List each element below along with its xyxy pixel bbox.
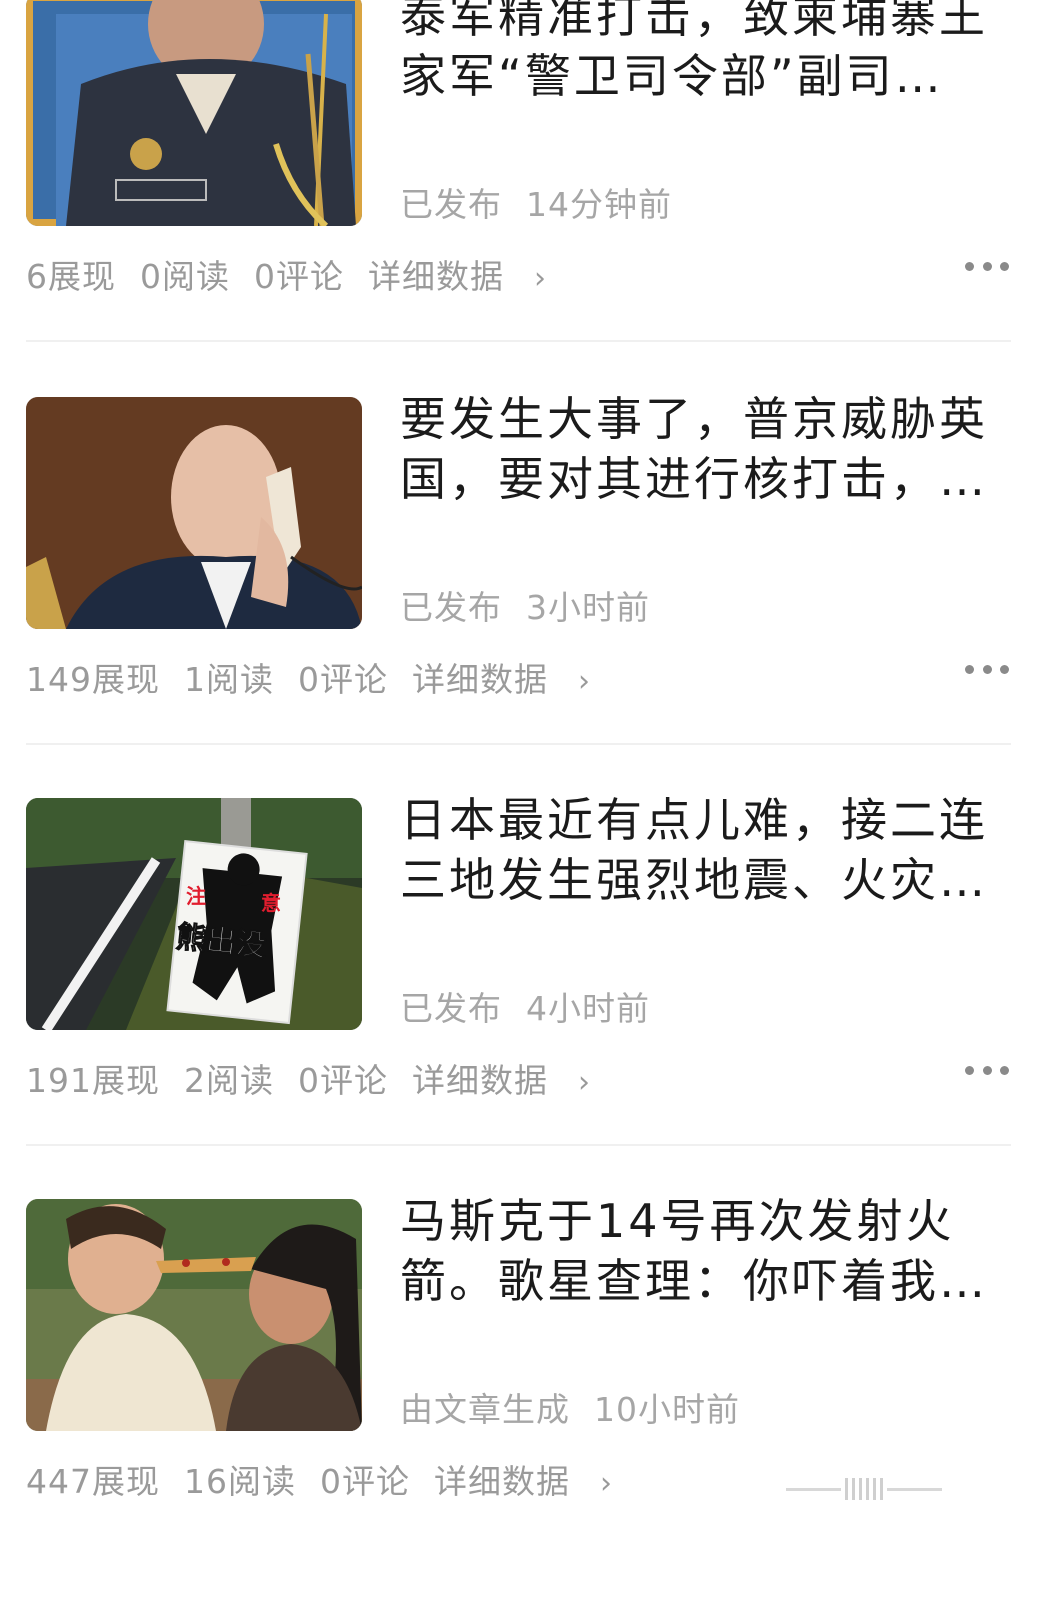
- article-title[interactable]: 泰军精准打击，致柬埔寨王家军“警卫司令部”副司…: [400, 0, 1020, 106]
- publish-time: 14分钟前: [526, 185, 672, 224]
- article-thumbnail[interactable]: 注 意 熊出没: [26, 798, 362, 1030]
- detail-data-label: 详细数据: [412, 660, 548, 699]
- article-stats: 447展现 16阅读 0评论 详细数据 ›: [26, 1455, 661, 1503]
- detail-data-label: 详细数据: [368, 257, 504, 296]
- chevron-right-icon: ›: [600, 1466, 613, 1501]
- sign-text: 注: [186, 884, 206, 908]
- detail-data-link[interactable]: 详细数据 ›: [412, 1061, 615, 1100]
- divider: [26, 340, 1011, 342]
- publish-time: 4小时前: [526, 989, 650, 1028]
- publish-status: 已发布 4小时前: [400, 982, 650, 1030]
- article-stats: 191展现 2阅读 0评论 详细数据 ›: [26, 1054, 639, 1102]
- article-card[interactable]: 要发生大事了，普京威胁英国，要对其进行核打击，… 已发布 3小时前 149展现 1阅…: [0, 392, 1057, 797]
- watermark: [786, 1478, 1036, 1500]
- divider: [26, 743, 1011, 745]
- publish-time: 3小时前: [526, 588, 650, 627]
- comments-count: 0评论: [298, 1061, 388, 1100]
- chevron-right-icon: ›: [534, 261, 547, 296]
- impressions-count: 149展现: [26, 660, 160, 699]
- article-stats: 6展现 0阅读 0评论 详细数据 ›: [26, 250, 595, 298]
- article-title[interactable]: 日本最近有点儿难，接二连三地发生强烈地震、火灾…: [400, 790, 1020, 910]
- article-card[interactable]: 泰军精准打击，致柬埔寨王家军“警卫司令部”副司… 已发布 14分钟前 6展现 0阅读…: [0, 0, 1057, 394]
- impressions-count: 191展现: [26, 1061, 160, 1100]
- more-dots-icon[interactable]: [965, 659, 1009, 679]
- reads-count: 1阅读: [184, 660, 274, 699]
- article-title[interactable]: 马斯克于14号再次发射火箭。歌星查理：你吓着我…: [400, 1191, 1020, 1311]
- status-label: 已发布: [400, 588, 502, 627]
- reads-count: 0阅读: [140, 257, 230, 296]
- more-dots-icon[interactable]: [965, 256, 1009, 276]
- article-title[interactable]: 要发生大事了，普京威胁英国，要对其进行核打击，…: [400, 389, 1020, 509]
- reads-count: 16阅读: [184, 1462, 296, 1501]
- detail-data-link[interactable]: 详细数据 ›: [434, 1462, 637, 1501]
- detail-data-label: 详细数据: [412, 1061, 548, 1100]
- impressions-count: 6展现: [26, 257, 116, 296]
- detail-data-label: 详细数据: [434, 1462, 570, 1501]
- status-label: 已发布: [400, 989, 502, 1028]
- publish-status: 由文章生成 10小时前: [400, 1383, 740, 1431]
- comments-count: 0评论: [298, 660, 388, 699]
- more-dots-icon[interactable]: [965, 1060, 1009, 1080]
- chevron-right-icon: ›: [578, 664, 591, 699]
- status-label: 已发布: [400, 185, 502, 224]
- article-thumbnail[interactable]: [26, 397, 362, 629]
- comments-count: 0评论: [254, 257, 344, 296]
- article-stats: 149展现 1阅读 0评论 详细数据 ›: [26, 653, 639, 701]
- detail-data-link[interactable]: 详细数据 ›: [368, 257, 571, 296]
- publish-status: 已发布 3小时前: [400, 581, 650, 629]
- article-card[interactable]: 注 意 熊出没 日本最近有点儿难，接二连三地发生强烈地震、火灾… 已发布 4小时前…: [0, 793, 1057, 1198]
- publish-time: 10小时前: [594, 1390, 740, 1429]
- divider: [26, 1144, 1011, 1146]
- article-thumbnail[interactable]: [26, 0, 362, 226]
- reads-count: 2阅读: [184, 1061, 274, 1100]
- publish-status: 已发布 14分钟前: [400, 178, 672, 226]
- impressions-count: 447展现: [26, 1462, 160, 1501]
- article-card[interactable]: 马斯克于14号再次发射火箭。歌星查理：你吓着我… 由文章生成 10小时前 447展…: [0, 1194, 1057, 1599]
- status-label: 由文章生成: [400, 1390, 570, 1429]
- chevron-right-icon: ›: [578, 1065, 591, 1100]
- article-thumbnail[interactable]: [26, 1199, 362, 1431]
- detail-data-link[interactable]: 详细数据 ›: [412, 660, 615, 699]
- sign-text: 意: [261, 891, 281, 915]
- comments-count: 0评论: [320, 1462, 410, 1501]
